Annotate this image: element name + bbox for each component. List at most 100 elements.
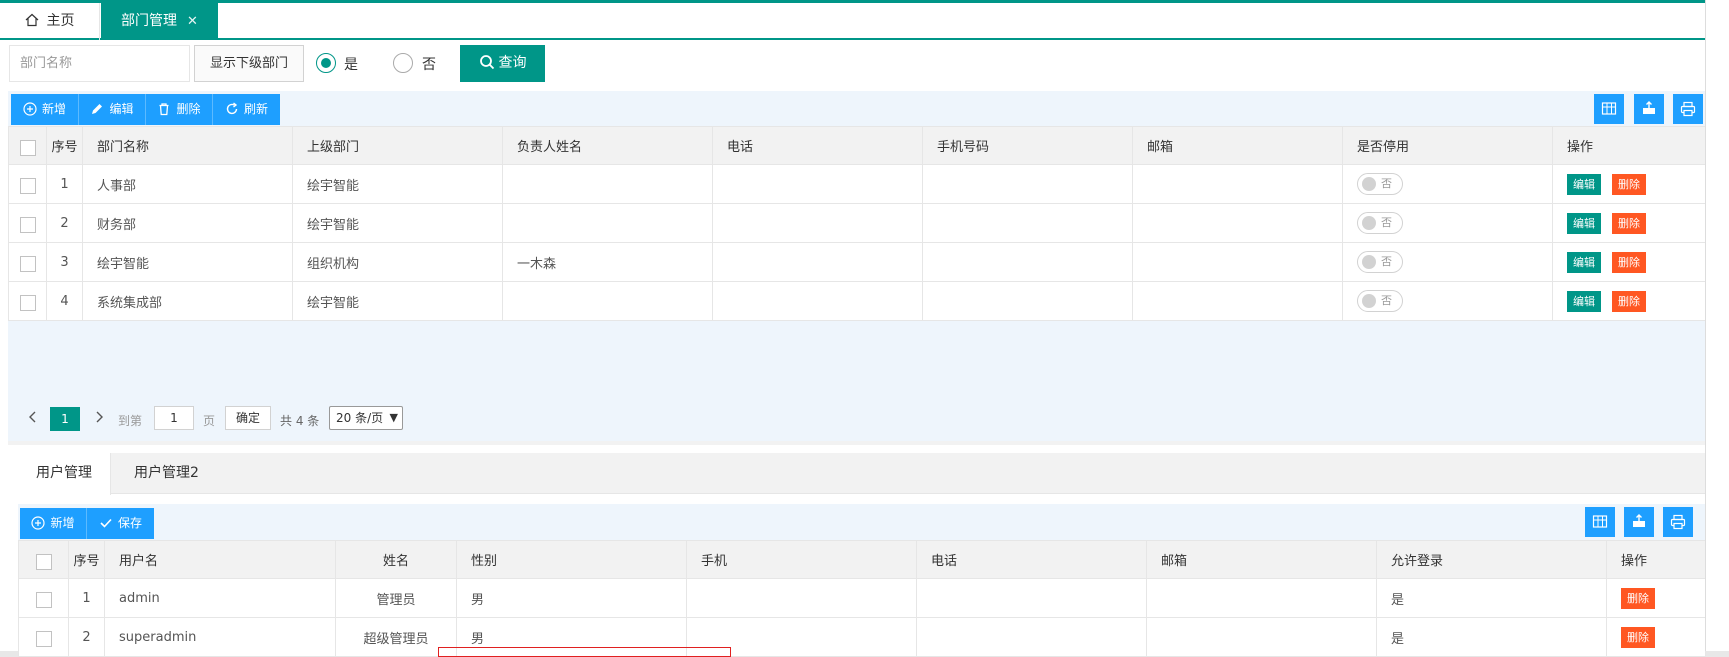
tab-user-management[interactable]: 用户管理 [18, 453, 111, 495]
col-header[interactable]: 允许登录 [1376, 540, 1607, 579]
delete-label: 删除 [176, 102, 201, 116]
cell-mobile [922, 164, 1133, 204]
export-icon[interactable] [1634, 94, 1664, 124]
cell-phone [712, 242, 923, 282]
col-header[interactable]: 性别 [456, 540, 687, 579]
row-delete-button[interactable]: 删除 [1612, 290, 1646, 312]
col-header[interactable]: 是否停用 [1342, 126, 1553, 165]
sub-tab-bar: 用户管理 用户管理2 [18, 453, 1705, 495]
disabled-switch[interactable]: 否 [1357, 251, 1403, 273]
page-number-input[interactable]: 1 [154, 406, 194, 430]
chevron-right-icon[interactable] [92, 410, 106, 424]
delete-button[interactable]: 删除 [146, 94, 213, 125]
print-icon[interactable] [1663, 507, 1693, 537]
col-header[interactable]: 负责人姓名 [502, 126, 713, 165]
table-row[interactable]: 2 财务部 绘宇智能 否 编辑 删除 [8, 203, 1706, 243]
switch-label: 否 [1381, 255, 1392, 268]
switch-label: 否 [1381, 216, 1392, 229]
col-header[interactable]: 邮箱 [1132, 126, 1343, 165]
cell-mobile [922, 242, 1133, 282]
page-size-select[interactable]: 20 条/页 ▼ [329, 406, 403, 430]
tab-bar: 主页 部门管理 ✕ [0, 3, 1705, 40]
col-header[interactable]: 电话 [916, 540, 1147, 579]
col-header[interactable]: 姓名 [335, 540, 457, 579]
page-confirm-button[interactable]: 确定 [225, 406, 271, 430]
select-all-checkbox[interactable] [8, 126, 47, 165]
chevron-left-icon[interactable] [26, 410, 40, 424]
row-edit-button[interactable]: 编辑 [1567, 173, 1601, 195]
col-header[interactable]: 手机 [686, 540, 917, 579]
row-edit-button[interactable]: 编辑 [1567, 251, 1601, 273]
query-label: 查询 [498, 55, 527, 71]
add-button[interactable]: 新增 [11, 94, 79, 125]
row-delete-button[interactable]: 删除 [1621, 626, 1655, 648]
dept-table-header: 序号 部门名称 上级部门 负责人姓名 电话 手机号码 邮箱 是否停用 操作 [8, 126, 1706, 165]
col-header[interactable]: 手机号码 [922, 126, 1133, 165]
table-row[interactable]: 1 人事部 绘宇智能 否 编辑 删除 [8, 164, 1706, 204]
show-sub-dept-button[interactable]: 显示下级部门 [194, 45, 304, 82]
disabled-switch[interactable]: 否 [1357, 173, 1403, 195]
cell-parent: 绘宇智能 [292, 281, 503, 321]
cell-no: 4 [46, 281, 83, 321]
radio-no[interactable] [393, 53, 413, 73]
cell-name: 系统集成部 [82, 281, 293, 321]
cell-mobile [922, 281, 1133, 321]
columns-icon[interactable] [1585, 507, 1615, 537]
cell-actions: 编辑 删除 [1552, 281, 1706, 321]
radio-yes[interactable] [316, 53, 336, 73]
pencil-icon [92, 104, 103, 114]
radio-yes-label: 是 [344, 57, 358, 73]
close-icon[interactable]: ✕ [187, 14, 198, 29]
table-row[interactable]: 4 系统集成部 绘宇智能 否 编辑 删除 [8, 281, 1706, 321]
refresh-button[interactable]: 刷新 [213, 94, 280, 125]
columns-icon[interactable] [1594, 94, 1624, 124]
page-current[interactable]: 1 [50, 407, 80, 431]
tab-dept-label: 部门管理 [121, 13, 178, 29]
col-header[interactable]: 用户名 [104, 540, 336, 579]
col-header: 序号 [68, 540, 105, 579]
row-delete-button[interactable]: 删除 [1612, 251, 1646, 273]
edit-button[interactable]: 编辑 [79, 94, 146, 125]
tab-home[interactable]: 主页 [0, 3, 100, 40]
cell-email [1132, 164, 1343, 204]
export-icon[interactable] [1624, 507, 1654, 537]
user-add-button[interactable]: 新增 [20, 508, 87, 539]
row-checkbox[interactable] [8, 203, 47, 243]
refresh-icon [226, 102, 238, 115]
table-row[interactable]: 1 admin 管理员 男 是 删除 [18, 578, 1706, 618]
row-checkbox[interactable] [8, 281, 47, 321]
dept-name-search-input[interactable] [9, 45, 190, 82]
tab-user-management-2[interactable]: 用户管理2 [116, 453, 217, 494]
cell-leader [502, 281, 713, 321]
cell-disabled: 否 [1342, 164, 1553, 204]
trash-icon [159, 103, 169, 116]
cell-name: 管理员 [335, 578, 457, 618]
col-header[interactable]: 部门名称 [82, 126, 293, 165]
col-header[interactable]: 电话 [712, 126, 923, 165]
edit-label: 编辑 [109, 102, 134, 116]
tab-dept-management[interactable]: 部门管理 ✕ [101, 3, 218, 40]
switch-label: 否 [1381, 177, 1392, 190]
disabled-switch[interactable]: 否 [1357, 290, 1403, 312]
row-edit-button[interactable]: 编辑 [1567, 290, 1601, 312]
user-save-button[interactable]: 保存 [87, 508, 154, 539]
cell-email [1132, 242, 1343, 282]
cell-name: 人事部 [82, 164, 293, 204]
col-header[interactable]: 上级部门 [292, 126, 503, 165]
select-all-checkbox[interactable] [18, 540, 69, 579]
disabled-switch[interactable]: 否 [1357, 212, 1403, 234]
cell-allow-login: 是 [1376, 578, 1607, 618]
print-icon[interactable] [1673, 94, 1703, 124]
table-row[interactable]: 3 绘宇智能 组织机构 一木森 否 编辑 删除 [8, 242, 1706, 282]
col-header[interactable]: 邮箱 [1146, 540, 1377, 579]
row-checkbox[interactable] [8, 164, 47, 204]
row-delete-button[interactable]: 删除 [1612, 173, 1646, 195]
row-delete-button[interactable]: 删除 [1612, 212, 1646, 234]
row-edit-button[interactable]: 编辑 [1567, 212, 1601, 234]
cell-disabled: 否 [1342, 281, 1553, 321]
row-checkbox[interactable] [18, 578, 69, 618]
query-button[interactable]: 查询 [460, 45, 545, 82]
row-checkbox[interactable] [8, 242, 47, 282]
row-delete-button[interactable]: 删除 [1621, 587, 1655, 609]
goto-label: 到第 [118, 414, 143, 428]
